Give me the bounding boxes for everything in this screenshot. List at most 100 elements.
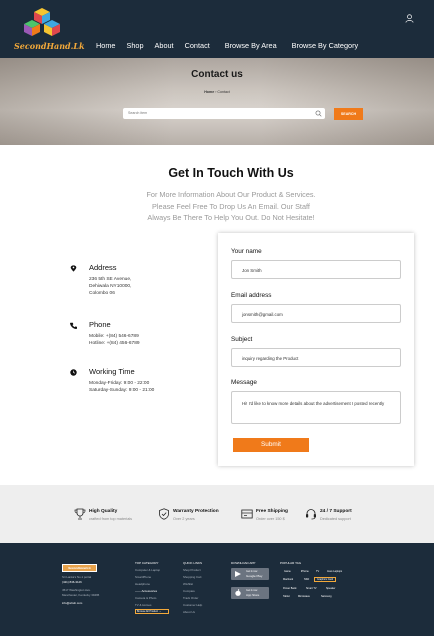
footer-link[interactable]: Headphone xyxy=(135,582,150,586)
footer-link[interactable]: TV & Homes xyxy=(135,603,151,607)
footer-email[interactable]: info@ehub.com xyxy=(62,601,82,605)
footer-tagline: Sri Lanka's No.1 portal xyxy=(62,575,92,579)
email-field[interactable]: jonsmith@gmail.com xyxy=(231,304,401,323)
hours-line: Saturday-Sunday: 9:00 - 21:00 xyxy=(89,388,155,393)
feature-sub: Dedicated support xyxy=(320,517,351,521)
breadcrumb-current: Contact xyxy=(217,90,230,94)
phone-line: Mobile: +(84) 546-6789 xyxy=(89,334,139,339)
tag-item[interactable]: Game xyxy=(284,570,291,573)
name-label: Your name xyxy=(231,248,262,255)
features-bar xyxy=(0,485,434,543)
hours-text: Monday-Friday: 9:00 - 22:00 Saturday-Sun… xyxy=(89,380,154,394)
footer-logo[interactable]: SecondHand.Lk xyxy=(62,564,97,572)
tag-item[interactable]: Speaker xyxy=(326,587,335,590)
address-text: 236 5th SE Avenue, Dehiwala NY10000, Col… xyxy=(89,276,131,297)
footer-link[interactable]: Shop Product xyxy=(183,568,201,572)
contact-form: Your name Jon Smith Email address jonsmi… xyxy=(218,233,414,466)
tag-item-active[interactable]: Graphics Card xyxy=(314,577,337,582)
tag-item[interactable]: Smart TV xyxy=(306,587,317,590)
nav-about[interactable]: About xyxy=(155,41,174,50)
clock-icon xyxy=(70,369,77,376)
footer-col-title: DOWNLOAD APP xyxy=(231,561,256,565)
nav-home[interactable]: Home xyxy=(96,41,115,50)
footer-link-label: Accessories xyxy=(141,589,158,593)
tag-item[interactable]: Tablet xyxy=(283,595,290,598)
location-pin-icon xyxy=(70,265,77,272)
footer-link[interactable]: Customer Help xyxy=(183,603,202,607)
footer-link[interactable]: About Us xyxy=(183,610,195,614)
store-name: Google Play xyxy=(246,574,263,578)
phone-text: Mobile: +(84) 546-6789 Hotline: +(84) 45… xyxy=(89,333,140,347)
address-line: 236 5th SE Avenue, xyxy=(89,277,132,282)
footer-link-active[interactable]: —— Accessories xyxy=(135,589,157,593)
subject-field[interactable]: inquiry regarding the Product xyxy=(231,348,401,367)
tag-item[interactable]: Macbook xyxy=(283,578,293,581)
submit-button[interactable]: Submit xyxy=(233,438,309,452)
store-get-label: Get it now xyxy=(246,589,258,592)
tag-item[interactable]: Microwave xyxy=(298,595,310,598)
google-play-icon xyxy=(235,571,241,577)
arrow-right-icon: → xyxy=(158,610,162,613)
browse-all-link[interactable]: Browse All Product → xyxy=(135,609,169,614)
subtext-line: Please Feel Free To Drop Us An Email. Ou… xyxy=(152,201,310,211)
main-nav: Home Shop About Contact Browse By Area B… xyxy=(96,41,369,50)
google-play-button[interactable]: Get it now Google Play xyxy=(231,568,269,580)
phone-icon xyxy=(70,322,77,329)
search-input[interactable]: Search item xyxy=(123,108,325,119)
name-field[interactable]: Jon Smith xyxy=(231,260,401,279)
trophy-icon xyxy=(74,508,86,520)
feature-sub: Order over 150 $ xyxy=(256,517,285,521)
app-store-button[interactable]: Get it now App Store xyxy=(231,587,269,599)
footer-link[interactable]: Camera & Photo xyxy=(135,596,156,600)
feature-title: Free Shipping xyxy=(256,509,288,514)
headset-icon xyxy=(306,509,316,520)
tag-item[interactable]: Power Bank xyxy=(283,587,296,590)
footer-link[interactable]: Track Order xyxy=(183,596,198,600)
apple-icon xyxy=(235,589,241,596)
footer-link[interactable]: Computer & Laptop xyxy=(135,568,160,572)
message-label: Message xyxy=(231,379,257,386)
page-title: Contact us xyxy=(191,69,243,80)
contact-subtext: For More Information About Our Product &… xyxy=(0,189,434,224)
tag-item[interactable]: SSD xyxy=(304,578,309,581)
logo-cubes-icon[interactable] xyxy=(22,6,62,40)
feature-sub: Over 2 years xyxy=(173,517,195,521)
store-name: App Store xyxy=(246,593,260,597)
nav-browse-area[interactable]: Browse By Area xyxy=(225,41,277,50)
user-icon[interactable] xyxy=(405,14,414,23)
shield-check-icon xyxy=(159,508,169,520)
breadcrumb-home[interactable]: Home xyxy=(204,90,214,94)
address-line: Dehiwala NY10000, xyxy=(89,284,132,289)
footer-col-title: TOP CATEGORY xyxy=(135,561,159,565)
feature-sub: crafted from top materials xyxy=(89,517,133,521)
hours-title: Working Time xyxy=(89,367,135,376)
nav-contact[interactable]: Contact xyxy=(185,41,210,50)
browse-all-label: Browse All Product xyxy=(137,610,158,613)
nav-browse-category[interactable]: Browse By Category xyxy=(292,41,359,50)
footer-link[interactable]: Wishlist xyxy=(183,582,193,586)
tag-item[interactable]: Samsung xyxy=(321,595,332,598)
phone-title: Phone xyxy=(89,320,111,329)
phone-line: Hotline: +(84) 456-6789 xyxy=(89,341,140,346)
contact-heading: Get In Touch With Us xyxy=(168,166,294,180)
footer-link[interactable]: SmartPhone xyxy=(135,575,151,579)
subtext-line: For More Information About Our Product &… xyxy=(146,190,316,199)
feature-title: High Quality xyxy=(89,509,118,514)
logo-text[interactable]: SecondHand.Lk xyxy=(14,41,85,51)
email-label: Email address xyxy=(231,292,272,299)
feature-title: Warranty Protection xyxy=(173,509,219,514)
store-get-label: Get it now xyxy=(246,570,258,573)
footer-link[interactable]: Compare xyxy=(183,589,195,593)
hours-line: Monday-Friday: 9:00 - 22:00 xyxy=(89,381,150,386)
site-header: SecondHand.Lk Home Shop About Contact Br… xyxy=(0,0,434,58)
tag-item[interactable]: Asus Laptops xyxy=(327,570,342,573)
tag-item[interactable]: iPhone xyxy=(301,570,309,573)
footer-link[interactable]: Shopping Cart xyxy=(183,575,201,579)
tag-item[interactable]: TV xyxy=(316,570,319,573)
message-field[interactable]: Hi! I'd like to know more details about … xyxy=(231,391,401,424)
search-icon[interactable] xyxy=(315,110,322,117)
address-title: Address xyxy=(89,263,117,272)
nav-shop[interactable]: Shop xyxy=(126,41,143,50)
search-button[interactable]: SEARCH xyxy=(334,108,363,120)
search-placeholder: Search item xyxy=(128,111,148,115)
